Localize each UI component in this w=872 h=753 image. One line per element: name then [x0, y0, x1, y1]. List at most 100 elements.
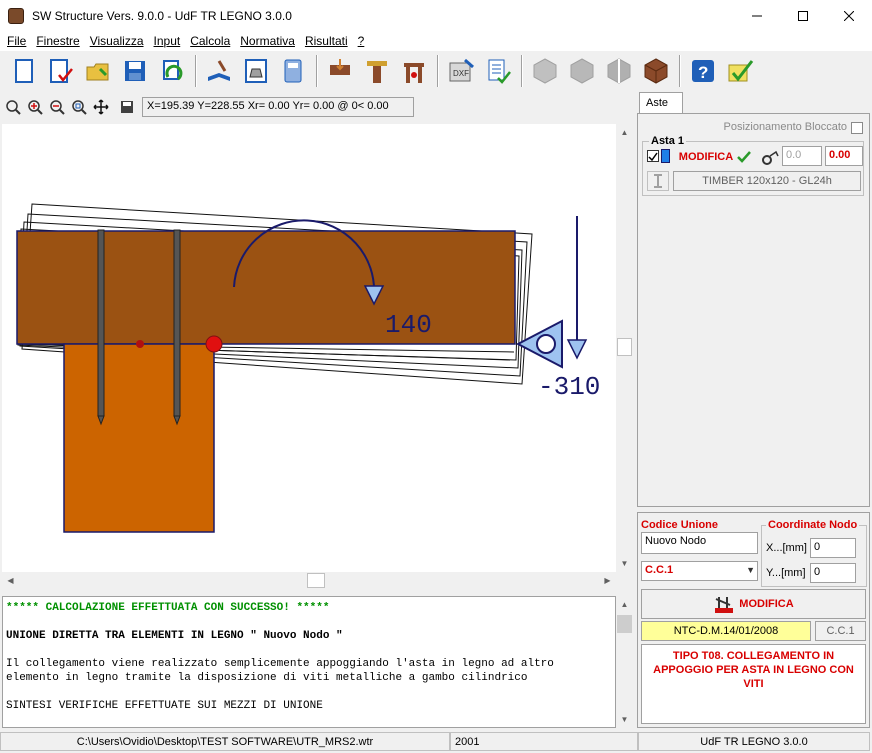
chevron-down-icon: ▼	[746, 565, 755, 575]
menu-input[interactable]: Input	[149, 34, 186, 48]
section-icon[interactable]	[601, 54, 637, 88]
output-scrollbar[interactable]: ▲ ▼	[616, 596, 633, 728]
zoom-window-icon[interactable]	[68, 96, 90, 118]
module-name: UdF TR LEGNO 3.0.0	[638, 732, 870, 751]
file-path: C:\Users\Ovidio\Desktop\TEST SOFTWARE\UT…	[0, 732, 450, 751]
node-group: Codice Unione Nuovo Nodo Coordinate Nodo…	[637, 512, 870, 728]
scroll-up-icon[interactable]: ▲	[616, 596, 633, 613]
node-point	[136, 340, 144, 348]
lock-position-checkbox[interactable]	[851, 122, 863, 134]
new-document-icon[interactable]	[6, 54, 42, 88]
results-output[interactable]: ***** CALCOLAZIONE EFFETTUATA CON SUCCES…	[2, 596, 616, 728]
check-icon	[737, 151, 752, 163]
hinge-icon[interactable]	[760, 150, 780, 166]
status-bar: C:\Users\Ovidio\Desktop\TEST SOFTWARE\UT…	[0, 730, 872, 753]
toolbar-separator	[437, 55, 439, 87]
coordinates-readout: X=195.39 Y=228.55 Xr= 0.00 Yr= 0.00 @ 0<…	[142, 97, 414, 117]
maximize-icon[interactable]	[780, 0, 826, 31]
svg-text:DXF: DXF	[453, 69, 469, 78]
support-hinge	[536, 334, 556, 354]
output-line: UNIONE DIRETTA TRA ELEMENTI IN LEGNO " N…	[6, 630, 343, 642]
color-swatch[interactable]	[661, 149, 670, 163]
dxf-export-icon[interactable]: DXF	[443, 54, 479, 88]
modifica-node-button[interactable]: MODIFICA	[641, 589, 866, 619]
x-label: X...[mm]	[766, 542, 807, 554]
beam-load-icon[interactable]	[322, 54, 358, 88]
toolbar-separator	[316, 55, 318, 87]
zoom-in-icon[interactable]	[24, 96, 46, 118]
coordinate-nodo-label: Coordinate Nodo	[766, 519, 860, 531]
scroll-thumb[interactable]	[307, 573, 325, 588]
menu-calcola[interactable]: Calcola	[185, 34, 235, 48]
lock-position-label: Posizionamento Bloccato	[723, 121, 847, 133]
help-icon[interactable]: ?	[685, 54, 721, 88]
scroll-down-icon[interactable]: ▼	[616, 711, 633, 728]
book-icon[interactable]	[201, 54, 237, 88]
zoom-extent-icon[interactable]	[2, 96, 24, 118]
toolbar-separator	[521, 55, 523, 87]
report-icon[interactable]	[480, 54, 516, 88]
codice-unione-field[interactable]: Nuovo Nodo	[641, 532, 758, 554]
menu-normativa[interactable]: Normativa	[235, 34, 300, 48]
canvas-vertical-scrollbar[interactable]: ▲ ▼	[616, 124, 633, 572]
close-icon[interactable]	[826, 0, 872, 31]
app-logo-icon	[8, 7, 24, 24]
canvas-horizontal-scrollbar[interactable]: ◀ ▶	[2, 572, 633, 589]
weight-icon[interactable]	[238, 54, 274, 88]
section-button[interactable]: TIMBER 120x120 - GL24h	[673, 171, 861, 191]
scroll-thumb[interactable]	[617, 615, 632, 633]
x-field[interactable]: 0	[810, 538, 856, 558]
y-label: Y...[mm]	[766, 567, 806, 579]
scroll-thumb[interactable]	[617, 338, 632, 356]
angle-field[interactable]: 0.0	[782, 146, 822, 166]
scroll-left-icon[interactable]: ◀	[2, 572, 19, 589]
output-line: Il collegamento viene realizzato semplic…	[6, 658, 554, 670]
connection-description: TIPO T08. COLLEGAMENTO IN APPOGGIO PER A…	[641, 644, 866, 724]
timber-beam	[16, 230, 516, 345]
pan-icon[interactable]	[90, 96, 112, 118]
tab-aste[interactable]: Aste	[639, 92, 683, 114]
minimize-icon[interactable]	[734, 0, 780, 31]
connection-node	[205, 335, 223, 353]
moment-label: 140	[385, 310, 432, 340]
column-load-icon[interactable]	[359, 54, 395, 88]
toolbar-separator	[679, 55, 681, 87]
hexagon-icon[interactable]	[527, 54, 563, 88]
offset-field[interactable]: 0.00	[825, 146, 863, 166]
force-label: -310	[538, 372, 600, 402]
calculator-icon[interactable]	[275, 54, 311, 88]
y-field[interactable]: 0	[810, 563, 856, 583]
properties-panel: Aste Posizionamento Bloccato Asta 1 MODI…	[637, 92, 870, 728]
frame-load-icon[interactable]	[396, 54, 432, 88]
drawing-canvas[interactable]: 140 -310	[2, 124, 616, 572]
verify-icon[interactable]	[722, 54, 758, 88]
menu-help[interactable]: ?	[353, 34, 370, 48]
structure-drawing: 140 -310	[16, 203, 600, 533]
scroll-up-icon[interactable]: ▲	[616, 124, 633, 141]
asta-group: Asta 1 MODIFICA 0.0 0.00 TIMBER 120x120 …	[642, 135, 864, 196]
menu-bar: File Finestre Visualizza Input Calcola N…	[0, 31, 872, 51]
zoom-out-icon[interactable]	[46, 96, 68, 118]
menu-finestre[interactable]: Finestre	[31, 34, 84, 48]
output-line: SINTESI VERIFICHE EFFETTUATE SUI MEZZI D…	[6, 700, 323, 712]
timber-cube-icon[interactable]	[638, 54, 674, 88]
menu-file[interactable]: File	[2, 34, 31, 48]
check-document-icon[interactable]	[43, 54, 79, 88]
save-icon[interactable]	[117, 54, 153, 88]
refresh-icon[interactable]	[154, 54, 190, 88]
tool-icon	[715, 597, 734, 613]
export-dxf-icon[interactable]	[116, 96, 138, 118]
hexagon-icon[interactable]	[564, 54, 600, 88]
modifica-asta-button[interactable]: MODIFICA	[675, 147, 755, 167]
output-line: elemento in legno tramite la disposizion…	[6, 672, 528, 684]
menu-risultati[interactable]: Risultati	[300, 34, 353, 48]
open-folder-icon[interactable]	[80, 54, 116, 88]
section-type-icon[interactable]	[647, 171, 669, 191]
asta-checkbox[interactable]	[647, 150, 659, 162]
scroll-down-icon[interactable]: ▼	[616, 555, 633, 572]
scroll-right-icon[interactable]: ▶	[599, 572, 616, 589]
menu-visualizza[interactable]: Visualizza	[85, 34, 149, 48]
cc-select[interactable]: C.C.1 ▼	[641, 561, 758, 581]
